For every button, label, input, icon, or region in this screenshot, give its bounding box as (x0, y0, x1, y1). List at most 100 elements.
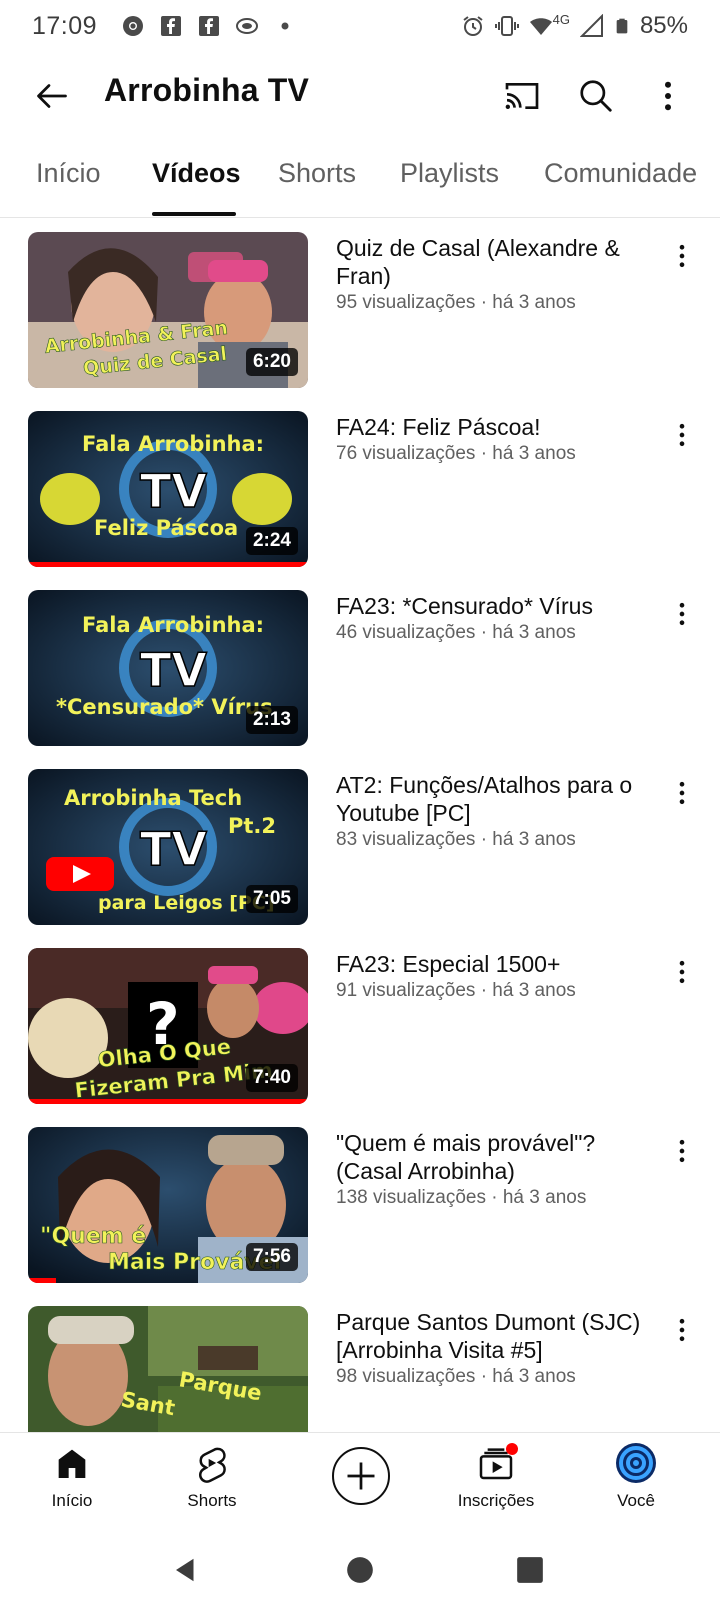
svg-text:TV: TV (140, 643, 207, 697)
video-item[interactable]: TV Fala Arrobinha: *Censurado* Vírus 2:1… (0, 590, 720, 746)
video-title: Parque Santos Dumont (SJC) [Arrobinha Vi… (336, 1309, 641, 1363)
video-title: Quiz de Casal (Alexandre & Fran) (336, 235, 620, 289)
thumbnail-text: "Quem é (40, 1224, 146, 1249)
video-item[interactable]: Parque Sant Parque Santos Dumont (SJC) [… (0, 1306, 720, 1432)
video-thumbnail[interactable]: TV Fala Arrobinha: *Censurado* Vírus 2:1… (28, 590, 308, 746)
video-thumbnail[interactable]: TV Arrobinha Tech Pt.2 para Leigos [PC] … (28, 769, 308, 925)
tab-comunidade[interactable]: Comunidade (544, 158, 697, 189)
video-more-button[interactable] (662, 1308, 702, 1352)
video-meta: 76 visualizações · há 3 anos (336, 443, 576, 464)
video-more-button[interactable] (662, 592, 702, 636)
video-item[interactable]: Arrobinha & Fran Quiz de Casal 6:20 Quiz… (0, 232, 720, 388)
video-meta: 95 visualizações · há 3 anos (336, 292, 576, 313)
thumbnail-text: *Censurado* Vírus (56, 695, 273, 719)
nav-subscriptions[interactable]: Inscrições (436, 1443, 556, 1533)
channel-title: Arrobinha TV (104, 72, 310, 108)
create-button[interactable] (332, 1447, 390, 1505)
video-duration: 2:24 (245, 527, 298, 555)
bottom-navigation: Início Shorts Inscrições Você (0, 1432, 720, 1536)
tab-playlists[interactable]: Playlists (400, 158, 499, 189)
more-vert-icon (679, 960, 685, 984)
video-thumbnail[interactable]: TV Fala Arrobinha: Feliz Páscoa 2:24 (28, 411, 308, 567)
video-more-button[interactable] (662, 1129, 702, 1173)
video-info[interactable]: Parque Santos Dumont (SJC) [Arrobinha Vi… (336, 1308, 666, 1390)
svg-text:TV: TV (140, 464, 207, 518)
video-item[interactable]: TV Fala Arrobinha: Feliz Páscoa 2:24 FA2… (0, 411, 720, 567)
video-thumbnail[interactable]: Parque Sant (28, 1306, 308, 1432)
system-back-button[interactable] (166, 1550, 206, 1590)
video-title: FA23: Especial 1500+ (336, 951, 561, 977)
video-thumbnail[interactable]: "Quem é Mais Provável 7:56 (28, 1127, 308, 1283)
video-more-button[interactable] (662, 234, 702, 278)
video-item[interactable]: "Quem é Mais Provável 7:56 "Quem é mais … (0, 1127, 720, 1283)
video-meta: 91 visualizações · há 3 anos (336, 980, 576, 1001)
watch-progress-bar (28, 1099, 308, 1104)
tab-videos[interactable]: Vídeos (152, 158, 241, 189)
facebook-icon (199, 16, 220, 36)
video-duration: 6:20 (245, 348, 298, 376)
nav-label: Shorts (187, 1491, 237, 1510)
video-thumbnail[interactable]: Arrobinha & Fran Quiz de Casal 6:20 (28, 232, 308, 388)
nav-you[interactable]: Você (576, 1443, 696, 1533)
back-button[interactable] (24, 68, 80, 124)
nav-label: Início (51, 1491, 93, 1510)
more-vert-icon (665, 81, 671, 111)
system-navigation-bar (0, 1536, 720, 1600)
search-button[interactable] (568, 68, 624, 124)
cast-button[interactable] (494, 68, 550, 124)
more-vert-icon (679, 1318, 685, 1342)
thumbnail-text: Pt.2 (228, 814, 276, 838)
tab-inicio[interactable]: Início (36, 158, 101, 189)
tab-shorts[interactable]: Shorts (278, 158, 356, 189)
back-triangle-icon (176, 1558, 194, 1582)
cast-icon (505, 83, 539, 109)
battery-percentage: 85% (639, 12, 688, 39)
video-more-button[interactable] (662, 413, 702, 457)
thumbnail-text: Fala Arrobinha: (82, 613, 264, 637)
system-recents-button[interactable] (510, 1550, 550, 1590)
video-item[interactable]: TV Arrobinha Tech Pt.2 para Leigos [PC] … (0, 769, 720, 925)
video-info[interactable]: FA24: Feliz Páscoa! 76 visualizações · h… (336, 413, 666, 467)
video-duration: 7:05 (245, 885, 298, 913)
video-meta: 46 visualizações · há 3 anos (336, 622, 576, 643)
video-more-button[interactable] (662, 771, 702, 815)
video-list: Arrobinha & Fran Quiz de Casal 6:20 Quiz… (0, 218, 720, 1432)
video-info[interactable]: FA23: *Censurado* Vírus 46 visualizações… (336, 592, 666, 646)
video-duration: 7:56 (245, 1243, 298, 1271)
nav-shorts[interactable]: Shorts (152, 1443, 272, 1533)
home-icon (58, 1449, 86, 1478)
video-more-button[interactable] (662, 950, 702, 994)
svg-text:TV: TV (140, 822, 207, 876)
shorts-icon (199, 1447, 226, 1483)
recents-square-icon (517, 1557, 543, 1583)
search-icon (580, 80, 612, 112)
nav-label: Você (617, 1491, 655, 1510)
video-item[interactable]: ? Olha O Que Fizeram Pra Mim 7:40 FA23: … (0, 948, 720, 1104)
link-icon (236, 18, 259, 34)
more-vert-icon (679, 781, 685, 805)
video-thumbnail[interactable]: ? Olha O Que Fizeram Pra Mim 7:40 (28, 948, 308, 1104)
more-vert-icon (679, 602, 685, 626)
nav-home[interactable]: Início (12, 1443, 132, 1533)
video-info[interactable]: AT2: Funções/Atalhos para o Youtube [PC]… (336, 771, 666, 853)
watch-progress-bar (28, 562, 308, 567)
more-vert-icon (679, 423, 685, 447)
video-meta: 83 visualizações · há 3 anos (336, 829, 576, 850)
video-info[interactable]: FA23: Especial 1500+ 91 visualizações · … (336, 950, 666, 1004)
video-info[interactable]: Quiz de Casal (Alexandre & Fran) 95 visu… (336, 234, 666, 316)
video-title: AT2: Funções/Atalhos para o Youtube [PC] (336, 772, 633, 826)
video-meta: 98 visualizações · há 3 anos (336, 1366, 576, 1387)
nav-label: Inscrições (457, 1491, 535, 1510)
create-icon (347, 1462, 375, 1490)
more-options-button[interactable] (640, 68, 696, 124)
status-system-icons: 4G 85% (461, 12, 688, 40)
thumbnail-text: Feliz Páscoa (94, 516, 238, 540)
thumbnail-text: Arrobinha Tech (64, 786, 242, 810)
battery-icon (616, 18, 628, 34)
channel-tabs: Início Vídeos Shorts Playlists Comunidad… (0, 140, 720, 218)
system-home-button[interactable] (340, 1550, 380, 1590)
alarm-icon (463, 16, 483, 36)
video-title: "Quem é mais provável"? (Casal Arrobinha… (336, 1130, 596, 1184)
video-info[interactable]: "Quem é mais provável"? (Casal Arrobinha… (336, 1129, 666, 1211)
avatar-icon (616, 1443, 656, 1483)
